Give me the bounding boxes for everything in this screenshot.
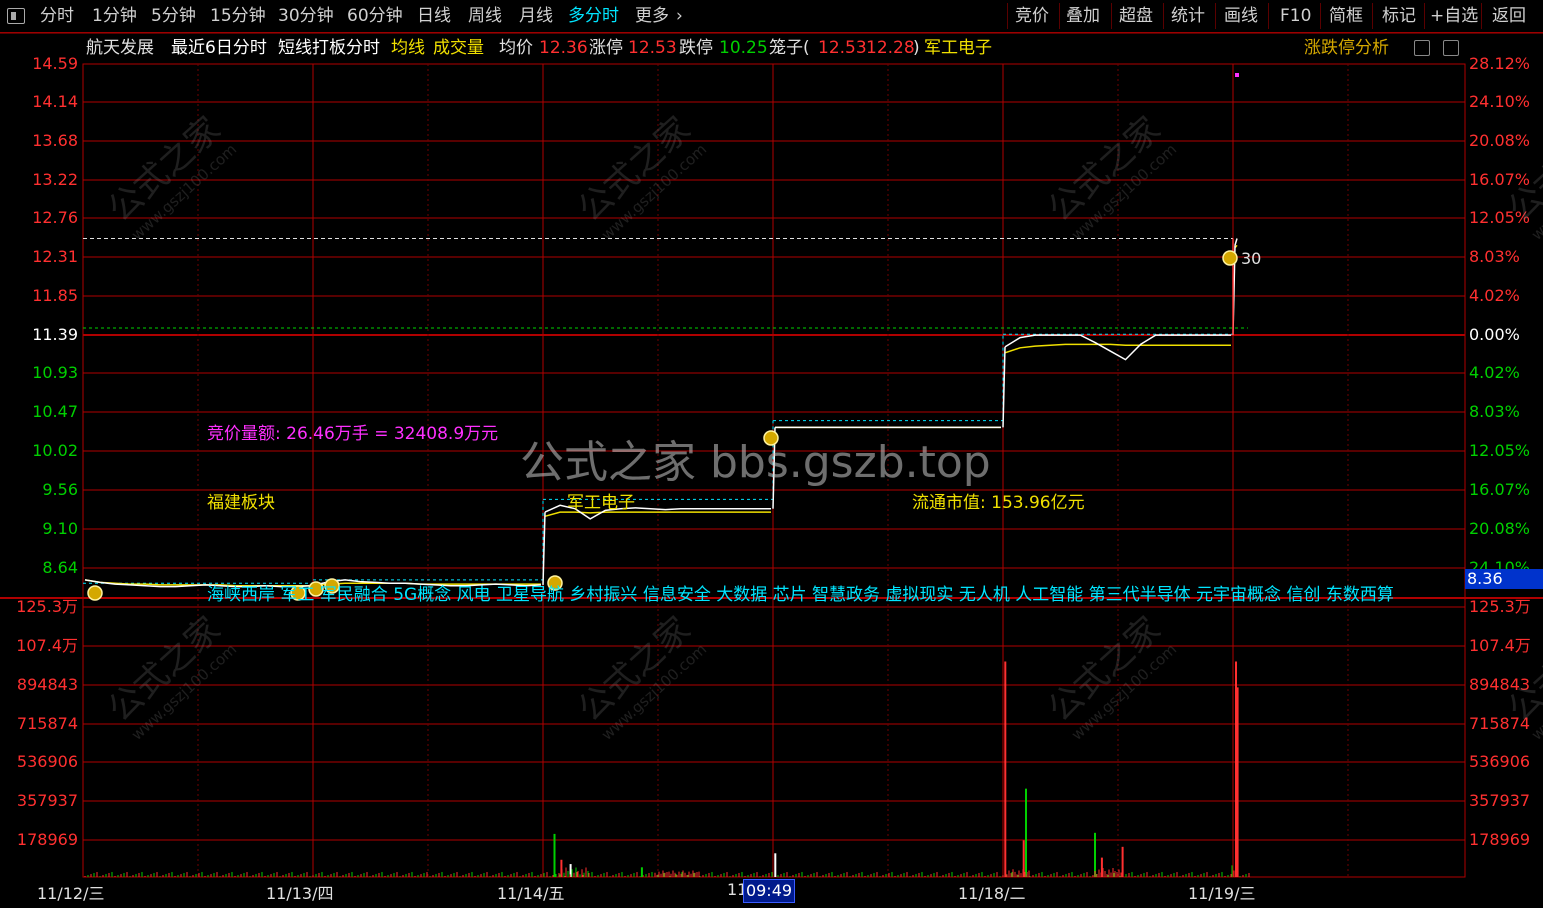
pct-label-right: 8.03% [1469,247,1520,266]
volume-label-left: 715874 [16,714,78,733]
price-label-left: 13.68 [32,131,78,150]
pct-label-right: 8.03% [1469,402,1520,421]
price-label-left: 13.22 [32,170,78,189]
date-label: 11/18/二 [958,884,1026,903]
money-bag-icon [87,585,103,601]
pct-label-right: 16.07% [1469,480,1531,499]
pct-label-right: 12.05% [1469,441,1531,460]
volume-label-right: 107.4万 [1469,636,1531,655]
volume-label-right: 536906 [1469,752,1531,771]
price-line-series [1004,334,1231,361]
price-tag: 30 [1241,249,1262,268]
volume-label-left: 107.4万 [16,636,78,655]
volume-label-left: 357937 [16,791,78,810]
volume-label-left: 178969 [16,830,78,849]
price-label-left: 8.64 [42,558,78,577]
volume-label-right: 178969 [1469,830,1531,849]
price-label-left: 10.47 [32,402,78,421]
date-label: 11/14/五 [497,884,565,903]
pct-label-right: 24.10% [1469,92,1531,111]
volume-label-left: 125.3万 [16,597,78,616]
float-cap-annotation: 流通市值: 153.96亿元 [912,493,1085,513]
volume-label-right: 357937 [1469,791,1531,810]
time-cursor[interactable]: 09:49 [743,879,795,903]
concept-list: 海峡西岸 军工 军民融合 5G概念 风电 卫星导航 乡村振兴 信息安全 大数据 … [207,585,1394,605]
volume-label-left: 536906 [16,752,78,771]
price-label-left: 12.31 [32,247,78,266]
date-label: 11/13/四 [266,884,334,903]
volume-label-left: 894843 [16,675,78,694]
pct-label-right: 0.00% [1469,325,1520,344]
price-label-left: 12.76 [32,208,78,227]
price-label-left: 11.39 [32,325,78,344]
pct-label-right: 28.12% [1469,54,1531,73]
current-price-marker: 8.36 [1465,569,1543,589]
money-bag-icon [1222,250,1238,266]
pct-label-right: 4.02% [1469,363,1520,382]
sector-tag-annotation: 军工电子 [567,493,635,513]
pct-label-right: 4.02% [1469,286,1520,305]
price-label-left: 10.93 [32,363,78,382]
price-label-left: 9.56 [42,480,78,499]
pct-label-right: 20.08% [1469,519,1531,538]
limit-box-line [773,334,1004,422]
price-line-series [1234,238,1238,246]
region-annotation: 福建板块 [207,493,275,513]
center-watermark: 公式之家 bbs.gszb.top [520,437,991,488]
auction-volume-annotation: 竞价量额: 26.46万手 = 32408.9万元 [207,424,499,444]
volume-label-right: 125.3万 [1469,597,1531,616]
price-label-left: 14.14 [32,92,78,111]
concept-tags: 海峡西岸 军工 军民融合 5G概念 风电 卫星导航 乡村振兴 信息安全 大数据 … [207,584,1463,606]
price-label-left: 14.59 [32,54,78,73]
price-label-left: 9.10 [42,519,78,538]
price-label-left: 10.02 [32,441,78,460]
price-label-left: 11.85 [32,286,78,305]
date-label: 11/19/三 [1188,884,1256,903]
date-label: 11/12/三 [37,884,105,903]
pct-label-right: 20.08% [1469,131,1531,150]
magenta-marker [1235,73,1239,77]
